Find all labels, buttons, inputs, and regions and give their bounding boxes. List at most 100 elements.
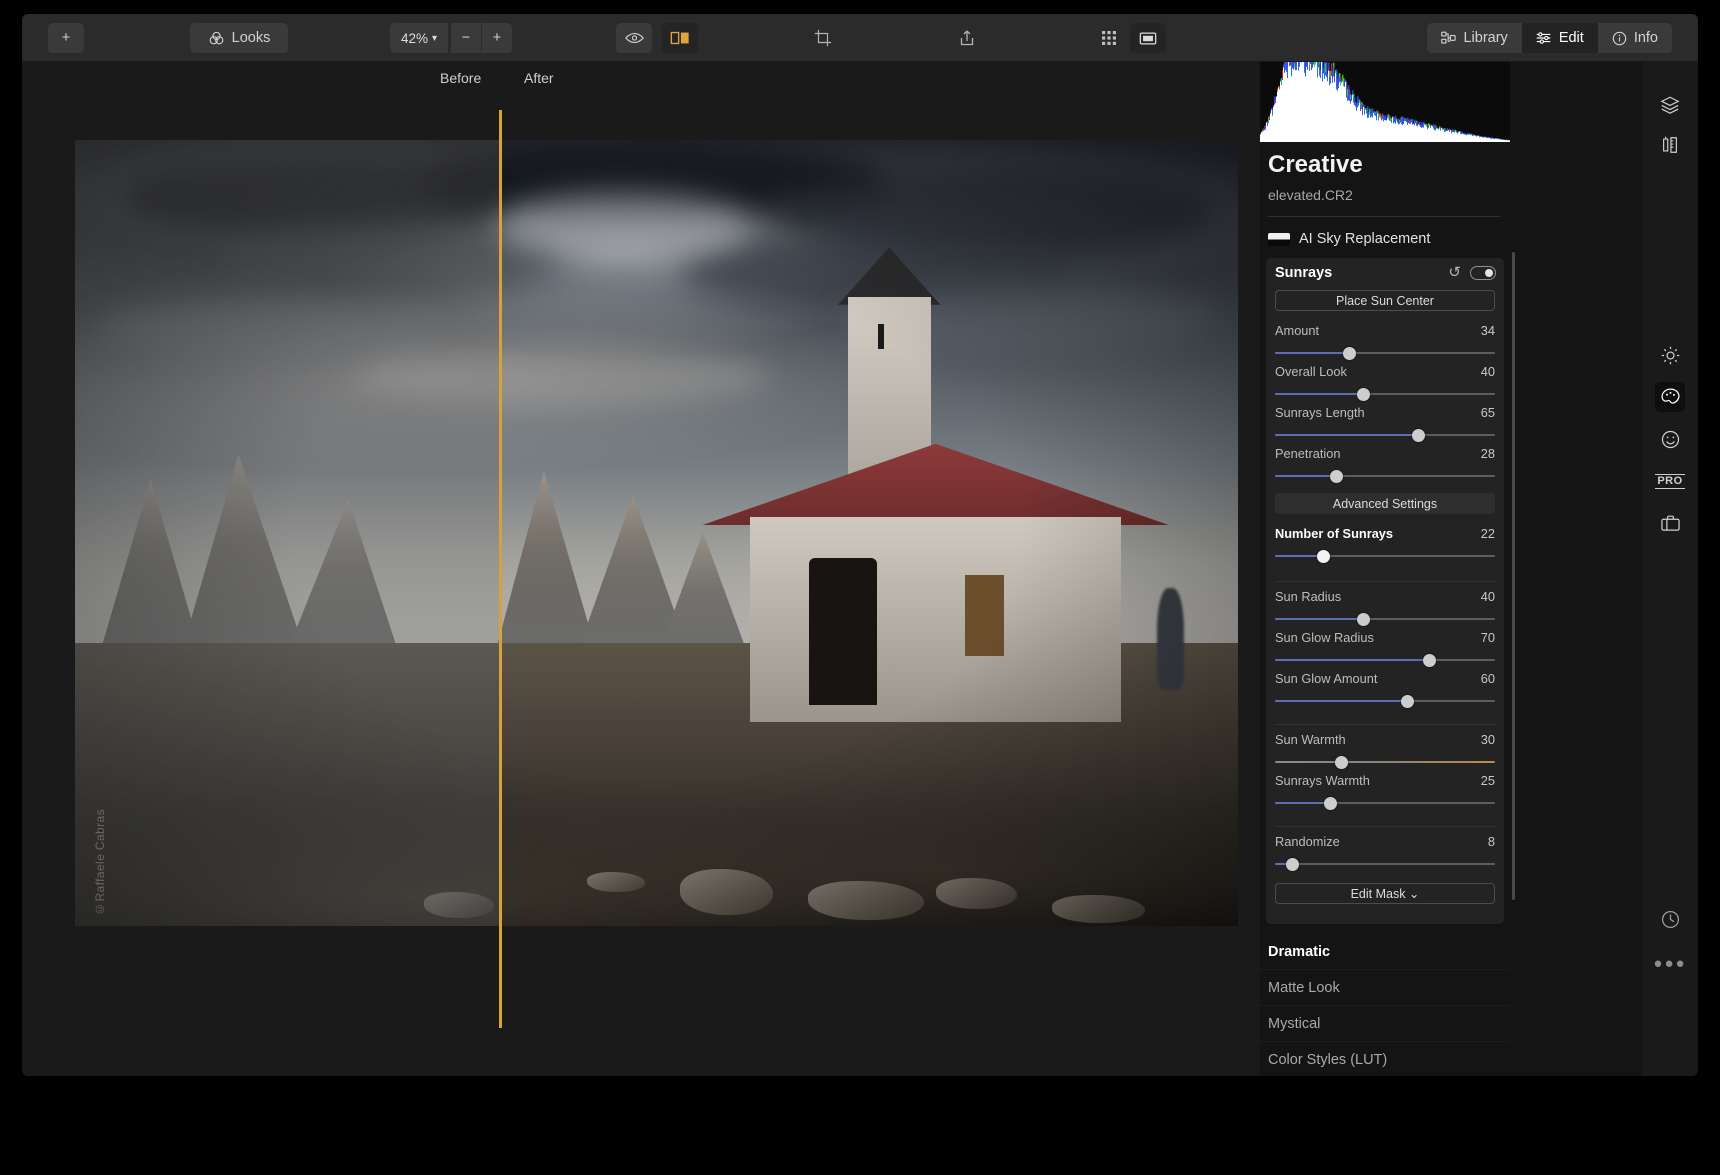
- slider-knob[interactable]: [1335, 756, 1348, 769]
- share-export-icon: [959, 29, 975, 47]
- before-after-split-handle[interactable]: [499, 110, 502, 1028]
- list-item-label: Matte Look: [1268, 980, 1340, 996]
- slider-track[interactable]: [1275, 756, 1495, 769]
- panel-scrollbar[interactable]: [1512, 252, 1515, 900]
- essentials-sun-icon[interactable]: [1655, 340, 1685, 370]
- slider-track[interactable]: [1275, 429, 1495, 442]
- slider-sun-glow-amount[interactable]: Sun Glow Amount60: [1275, 667, 1495, 708]
- photo-preview[interactable]: ©Raffaele Cabras: [75, 140, 1238, 926]
- before-image-half: [75, 140, 499, 926]
- slider-value: 8: [1488, 834, 1495, 849]
- slider-value: 60: [1481, 671, 1495, 686]
- minus-icon: −: [462, 30, 470, 46]
- slider-number-of-sunrays[interactable]: Number of Sunrays22: [1275, 522, 1495, 563]
- slider-knob[interactable]: [1401, 695, 1414, 708]
- place-sun-center-button[interactable]: Place Sun Center: [1275, 290, 1495, 311]
- slider-label: Amount: [1275, 323, 1319, 338]
- toolkit-icon[interactable]: [1655, 508, 1685, 538]
- slider-knob[interactable]: [1343, 347, 1356, 360]
- creative-palette-icon[interactable]: [1655, 382, 1685, 412]
- list-item[interactable]: Mystical: [1260, 1006, 1510, 1042]
- zoom-out-button[interactable]: −: [451, 23, 481, 53]
- slider-track[interactable]: [1275, 550, 1495, 563]
- list-item[interactable]: Matte Look: [1260, 970, 1510, 1006]
- history-clock-icon[interactable]: [1655, 904, 1685, 934]
- sliders-icon: [1536, 31, 1552, 45]
- slider-knob[interactable]: [1357, 388, 1370, 401]
- tab-library[interactable]: Library: [1427, 23, 1521, 53]
- list-item[interactable]: Color Styles (LUT): [1260, 1042, 1510, 1076]
- tab-info[interactable]: Info: [1598, 23, 1672, 53]
- slider-knob[interactable]: [1412, 429, 1425, 442]
- slider-track[interactable]: [1275, 797, 1495, 810]
- plus-icon: +: [62, 30, 70, 46]
- slider-value: 34: [1481, 323, 1495, 338]
- edit-mask-button[interactable]: Edit Mask ⌄: [1275, 883, 1495, 904]
- slider-sunrays-warmth[interactable]: Sunrays Warmth25: [1275, 769, 1495, 810]
- slider-knob[interactable]: [1357, 613, 1370, 626]
- image-canvas[interactable]: Before After: [22, 62, 1260, 1076]
- slider-track[interactable]: [1275, 654, 1495, 667]
- plus-icon: +: [493, 30, 501, 46]
- pro-icon[interactable]: PRO: [1655, 466, 1685, 496]
- after-label: After: [524, 70, 554, 86]
- grid-view-button[interactable]: [1091, 23, 1127, 53]
- slider-sun-glow-radius[interactable]: Sun Glow Radius70: [1275, 626, 1495, 667]
- tab-edit[interactable]: Edit: [1522, 23, 1598, 53]
- slider-randomize[interactable]: Randomize8: [1275, 830, 1495, 871]
- slider-track[interactable]: [1275, 613, 1495, 626]
- slider-knob[interactable]: [1286, 858, 1299, 871]
- divider: [1275, 581, 1495, 582]
- share-button[interactable]: [949, 23, 985, 53]
- zoom-in-button[interactable]: +: [482, 23, 512, 53]
- crop-button[interactable]: [805, 23, 841, 53]
- slider-sun-radius[interactable]: Sun Radius40: [1275, 585, 1495, 626]
- before-after-compare-button[interactable]: [662, 23, 698, 53]
- slider-track[interactable]: [1275, 388, 1495, 401]
- slider-track[interactable]: [1275, 695, 1495, 708]
- mountain-range: [75, 454, 499, 658]
- layers-icon[interactable]: [1655, 90, 1685, 120]
- slider-value: 25: [1481, 773, 1495, 788]
- ground-region: [75, 643, 499, 926]
- slider-amount[interactable]: Amount 34: [1275, 319, 1495, 360]
- single-view-button[interactable]: [1130, 23, 1166, 53]
- advanced-settings-button[interactable]: Advanced Settings: [1275, 493, 1495, 514]
- slider-knob[interactable]: [1330, 470, 1343, 483]
- slider-track[interactable]: [1275, 858, 1495, 871]
- slider-sunrays-length[interactable]: Sunrays Length65: [1275, 401, 1495, 442]
- more-options-icon[interactable]: ●●●: [1655, 948, 1685, 978]
- portrait-face-icon[interactable]: [1655, 424, 1685, 454]
- toggle-switch-on[interactable]: [1470, 266, 1496, 280]
- sunrays-title: Sunrays: [1275, 265, 1332, 281]
- filename-label: elevated.CR2: [1268, 187, 1353, 203]
- slider-track[interactable]: [1275, 347, 1495, 360]
- slider-knob[interactable]: [1324, 797, 1337, 810]
- preview-toggle-button[interactable]: [616, 23, 652, 53]
- slider-knob[interactable]: [1317, 550, 1330, 563]
- before-after-split-icon: [670, 30, 690, 46]
- ai-sky-replacement-row[interactable]: AI Sky Replacement: [1268, 224, 1502, 254]
- slider-overall-look[interactable]: Overall Look40: [1275, 360, 1495, 401]
- tools-icon[interactable]: [1655, 130, 1685, 160]
- looks-label: Looks: [232, 30, 271, 46]
- slider-penetration[interactable]: Penetration28: [1275, 442, 1495, 483]
- mode-segmented-control: Library Edit Info: [1427, 23, 1672, 53]
- list-item[interactable]: Dramatic: [1260, 934, 1510, 970]
- slider-label: Sun Radius: [1275, 589, 1341, 604]
- person-silhouette: [1157, 588, 1185, 690]
- add-button[interactable]: +: [48, 23, 84, 53]
- slider-value: 65: [1481, 405, 1495, 420]
- slider-value: 40: [1481, 364, 1495, 379]
- divider: [1275, 724, 1495, 725]
- slider-track[interactable]: [1275, 470, 1495, 483]
- scene-before: [75, 140, 499, 926]
- zoom-level-value: 42%: [401, 31, 428, 46]
- sunrays-card-header: Sunrays ↺: [1266, 258, 1504, 288]
- looks-button[interactable]: Looks: [190, 23, 288, 53]
- undo-reset-icon[interactable]: ↺: [1448, 265, 1461, 280]
- slider-knob[interactable]: [1423, 654, 1436, 667]
- slider-sun-warmth[interactable]: Sun Warmth30: [1275, 728, 1495, 769]
- zoom-level-dropdown[interactable]: 42% ▾: [390, 23, 448, 53]
- slider-value: 30: [1481, 732, 1495, 747]
